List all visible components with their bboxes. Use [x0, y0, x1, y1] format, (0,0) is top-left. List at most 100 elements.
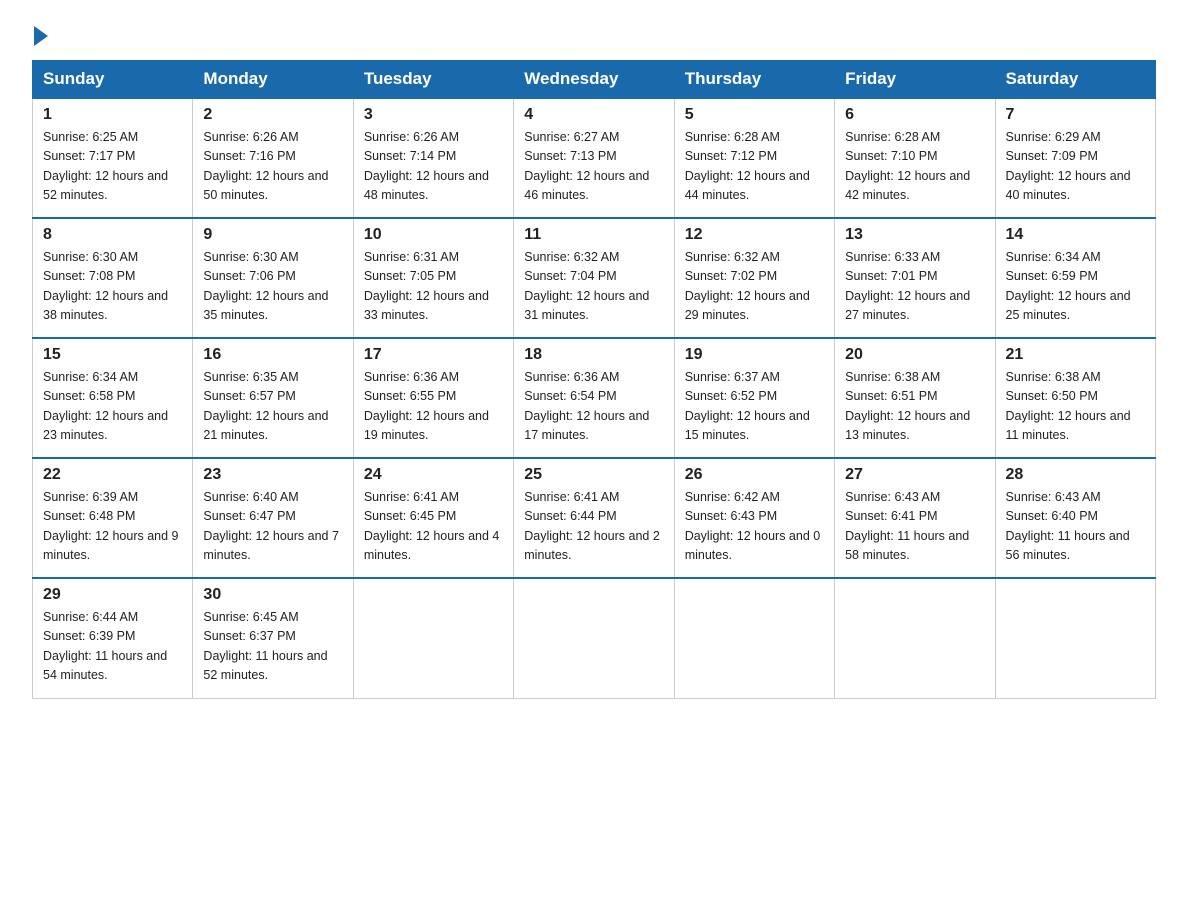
day-number: 25	[524, 466, 663, 484]
calendar-cell: 14 Sunrise: 6:34 AMSunset: 6:59 PMDaylig…	[995, 218, 1155, 338]
calendar-cell: 13 Sunrise: 6:33 AMSunset: 7:01 PMDaylig…	[835, 218, 995, 338]
calendar-cell: 7 Sunrise: 6:29 AMSunset: 7:09 PMDayligh…	[995, 98, 1155, 218]
day-number: 3	[364, 106, 503, 124]
calendar-cell: 9 Sunrise: 6:30 AMSunset: 7:06 PMDayligh…	[193, 218, 353, 338]
calendar-cell	[353, 578, 513, 698]
day-info: Sunrise: 6:30 AMSunset: 7:08 PMDaylight:…	[43, 250, 168, 322]
day-number: 18	[524, 346, 663, 364]
weekday-header-wednesday: Wednesday	[514, 61, 674, 99]
day-info: Sunrise: 6:43 AMSunset: 6:41 PMDaylight:…	[845, 490, 969, 562]
day-info: Sunrise: 6:31 AMSunset: 7:05 PMDaylight:…	[364, 250, 489, 322]
calendar-cell: 4 Sunrise: 6:27 AMSunset: 7:13 PMDayligh…	[514, 98, 674, 218]
day-number: 14	[1006, 226, 1145, 244]
week-row-4: 22 Sunrise: 6:39 AMSunset: 6:48 PMDaylig…	[33, 458, 1156, 578]
day-info: Sunrise: 6:38 AMSunset: 6:50 PMDaylight:…	[1006, 370, 1131, 442]
day-info: Sunrise: 6:37 AMSunset: 6:52 PMDaylight:…	[685, 370, 810, 442]
calendar-cell: 16 Sunrise: 6:35 AMSunset: 6:57 PMDaylig…	[193, 338, 353, 458]
calendar-cell: 10 Sunrise: 6:31 AMSunset: 7:05 PMDaylig…	[353, 218, 513, 338]
calendar-cell: 18 Sunrise: 6:36 AMSunset: 6:54 PMDaylig…	[514, 338, 674, 458]
day-number: 7	[1006, 106, 1145, 124]
day-info: Sunrise: 6:27 AMSunset: 7:13 PMDaylight:…	[524, 130, 649, 202]
day-info: Sunrise: 6:33 AMSunset: 7:01 PMDaylight:…	[845, 250, 970, 322]
calendar-cell: 21 Sunrise: 6:38 AMSunset: 6:50 PMDaylig…	[995, 338, 1155, 458]
calendar-table: SundayMondayTuesdayWednesdayThursdayFrid…	[32, 60, 1156, 699]
calendar-cell: 23 Sunrise: 6:40 AMSunset: 6:47 PMDaylig…	[193, 458, 353, 578]
day-number: 6	[845, 106, 984, 124]
calendar-cell: 11 Sunrise: 6:32 AMSunset: 7:04 PMDaylig…	[514, 218, 674, 338]
day-number: 20	[845, 346, 984, 364]
weekday-header-tuesday: Tuesday	[353, 61, 513, 99]
calendar-cell: 20 Sunrise: 6:38 AMSunset: 6:51 PMDaylig…	[835, 338, 995, 458]
week-row-5: 29 Sunrise: 6:44 AMSunset: 6:39 PMDaylig…	[33, 578, 1156, 698]
calendar-cell: 2 Sunrise: 6:26 AMSunset: 7:16 PMDayligh…	[193, 98, 353, 218]
calendar-cell: 12 Sunrise: 6:32 AMSunset: 7:02 PMDaylig…	[674, 218, 834, 338]
day-number: 22	[43, 466, 182, 484]
day-number: 2	[203, 106, 342, 124]
day-number: 23	[203, 466, 342, 484]
calendar-cell: 22 Sunrise: 6:39 AMSunset: 6:48 PMDaylig…	[33, 458, 193, 578]
calendar-cell: 15 Sunrise: 6:34 AMSunset: 6:58 PMDaylig…	[33, 338, 193, 458]
calendar-cell: 6 Sunrise: 6:28 AMSunset: 7:10 PMDayligh…	[835, 98, 995, 218]
calendar-cell: 25 Sunrise: 6:41 AMSunset: 6:44 PMDaylig…	[514, 458, 674, 578]
day-info: Sunrise: 6:30 AMSunset: 7:06 PMDaylight:…	[203, 250, 328, 322]
week-row-1: 1 Sunrise: 6:25 AMSunset: 7:17 PMDayligh…	[33, 98, 1156, 218]
calendar-cell: 29 Sunrise: 6:44 AMSunset: 6:39 PMDaylig…	[33, 578, 193, 698]
day-info: Sunrise: 6:43 AMSunset: 6:40 PMDaylight:…	[1006, 490, 1130, 562]
day-number: 30	[203, 586, 342, 604]
calendar-cell: 26 Sunrise: 6:42 AMSunset: 6:43 PMDaylig…	[674, 458, 834, 578]
day-info: Sunrise: 6:36 AMSunset: 6:55 PMDaylight:…	[364, 370, 489, 442]
day-info: Sunrise: 6:26 AMSunset: 7:16 PMDaylight:…	[203, 130, 328, 202]
logo-arrow-icon	[34, 26, 48, 46]
day-info: Sunrise: 6:41 AMSunset: 6:45 PMDaylight:…	[364, 490, 500, 562]
day-number: 11	[524, 226, 663, 244]
calendar-cell: 1 Sunrise: 6:25 AMSunset: 7:17 PMDayligh…	[33, 98, 193, 218]
day-number: 13	[845, 226, 984, 244]
day-number: 27	[845, 466, 984, 484]
day-info: Sunrise: 6:32 AMSunset: 7:02 PMDaylight:…	[685, 250, 810, 322]
day-number: 8	[43, 226, 182, 244]
calendar-cell: 27 Sunrise: 6:43 AMSunset: 6:41 PMDaylig…	[835, 458, 995, 578]
day-info: Sunrise: 6:28 AMSunset: 7:12 PMDaylight:…	[685, 130, 810, 202]
day-info: Sunrise: 6:38 AMSunset: 6:51 PMDaylight:…	[845, 370, 970, 442]
calendar-cell	[835, 578, 995, 698]
day-info: Sunrise: 6:28 AMSunset: 7:10 PMDaylight:…	[845, 130, 970, 202]
calendar-cell	[674, 578, 834, 698]
day-info: Sunrise: 6:44 AMSunset: 6:39 PMDaylight:…	[43, 610, 167, 682]
day-info: Sunrise: 6:36 AMSunset: 6:54 PMDaylight:…	[524, 370, 649, 442]
calendar-cell: 8 Sunrise: 6:30 AMSunset: 7:08 PMDayligh…	[33, 218, 193, 338]
calendar-cell: 19 Sunrise: 6:37 AMSunset: 6:52 PMDaylig…	[674, 338, 834, 458]
day-info: Sunrise: 6:29 AMSunset: 7:09 PMDaylight:…	[1006, 130, 1131, 202]
day-info: Sunrise: 6:42 AMSunset: 6:43 PMDaylight:…	[685, 490, 821, 562]
day-info: Sunrise: 6:26 AMSunset: 7:14 PMDaylight:…	[364, 130, 489, 202]
day-info: Sunrise: 6:32 AMSunset: 7:04 PMDaylight:…	[524, 250, 649, 322]
weekday-header-thursday: Thursday	[674, 61, 834, 99]
calendar-cell: 17 Sunrise: 6:36 AMSunset: 6:55 PMDaylig…	[353, 338, 513, 458]
calendar-cell: 3 Sunrise: 6:26 AMSunset: 7:14 PMDayligh…	[353, 98, 513, 218]
week-row-3: 15 Sunrise: 6:34 AMSunset: 6:58 PMDaylig…	[33, 338, 1156, 458]
day-number: 17	[364, 346, 503, 364]
calendar-cell: 24 Sunrise: 6:41 AMSunset: 6:45 PMDaylig…	[353, 458, 513, 578]
weekday-header-saturday: Saturday	[995, 61, 1155, 99]
day-number: 29	[43, 586, 182, 604]
calendar-cell: 28 Sunrise: 6:43 AMSunset: 6:40 PMDaylig…	[995, 458, 1155, 578]
day-info: Sunrise: 6:25 AMSunset: 7:17 PMDaylight:…	[43, 130, 168, 202]
calendar-cell	[514, 578, 674, 698]
day-number: 4	[524, 106, 663, 124]
day-number: 26	[685, 466, 824, 484]
day-number: 21	[1006, 346, 1145, 364]
day-number: 1	[43, 106, 182, 124]
day-number: 16	[203, 346, 342, 364]
day-number: 10	[364, 226, 503, 244]
day-number: 28	[1006, 466, 1145, 484]
day-info: Sunrise: 6:45 AMSunset: 6:37 PMDaylight:…	[203, 610, 327, 682]
day-number: 5	[685, 106, 824, 124]
calendar-cell: 30 Sunrise: 6:45 AMSunset: 6:37 PMDaylig…	[193, 578, 353, 698]
day-info: Sunrise: 6:34 AMSunset: 6:58 PMDaylight:…	[43, 370, 168, 442]
day-number: 12	[685, 226, 824, 244]
weekday-header-row: SundayMondayTuesdayWednesdayThursdayFrid…	[33, 61, 1156, 99]
page-header	[32, 24, 1156, 42]
day-number: 15	[43, 346, 182, 364]
day-info: Sunrise: 6:39 AMSunset: 6:48 PMDaylight:…	[43, 490, 179, 562]
day-number: 9	[203, 226, 342, 244]
calendar-cell: 5 Sunrise: 6:28 AMSunset: 7:12 PMDayligh…	[674, 98, 834, 218]
